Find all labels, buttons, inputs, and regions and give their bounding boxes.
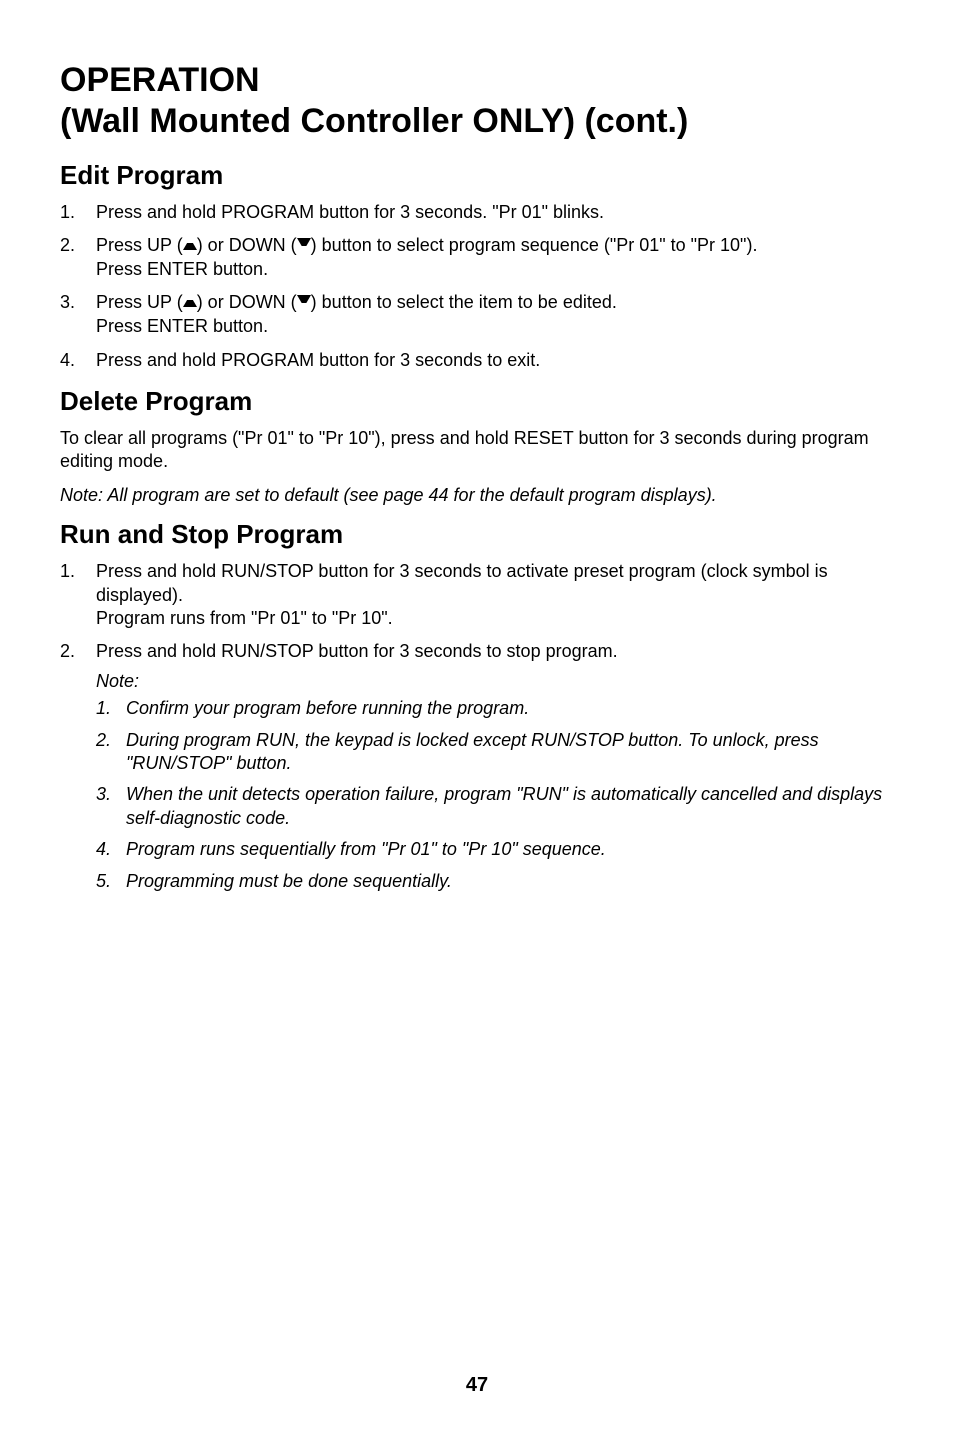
edit-program-list: 1. Press and hold PROGRAM button for 3 s… bbox=[60, 201, 894, 372]
item-number: 1. bbox=[60, 201, 96, 224]
sublist-item: 4. Program runs sequentially from "Pr 01… bbox=[96, 838, 894, 861]
run-stop-heading: Run and Stop Program bbox=[60, 519, 894, 550]
run-stop-list: 1. Press and hold RUN/STOP button for 3 … bbox=[60, 560, 894, 901]
sublist-item: 2. During program RUN, the keypad is loc… bbox=[96, 729, 894, 776]
delete-program-text: To clear all programs ("Pr 01" to "Pr 10… bbox=[60, 427, 894, 474]
list-item: 4. Press and hold PROGRAM button for 3 s… bbox=[60, 349, 894, 372]
subitem-number: 2. bbox=[96, 729, 126, 776]
title-line1: OPERATION bbox=[60, 61, 260, 99]
list-item: 3. Press UP () or DOWN () button to sele… bbox=[60, 291, 894, 338]
item-number: 4. bbox=[60, 349, 96, 372]
sublist-item: 3. When the unit detects operation failu… bbox=[96, 783, 894, 830]
item-number: 3. bbox=[60, 291, 96, 338]
item-text: Press UP () or DOWN () button to select … bbox=[96, 234, 894, 281]
subitem-number: 5. bbox=[96, 870, 126, 893]
subitem-text: Program runs sequentially from "Pr 01" t… bbox=[126, 838, 894, 861]
item-text: Press and hold PROGRAM button for 3 seco… bbox=[96, 349, 894, 372]
delete-program-note: Note: All program are set to default (se… bbox=[60, 484, 894, 507]
edit-program-heading: Edit Program bbox=[60, 160, 894, 191]
subitem-text: When the unit detects operation failure,… bbox=[126, 783, 894, 830]
item-number: 2. bbox=[60, 234, 96, 281]
triangle-up-icon bbox=[183, 233, 197, 256]
item-text: Press and hold RUN/STOP button for 3 sec… bbox=[96, 560, 894, 630]
item-text: Press and hold RUN/STOP button for 3 sec… bbox=[96, 640, 894, 901]
item-text: Press and hold PROGRAM button for 3 seco… bbox=[96, 201, 894, 224]
page-number: 47 bbox=[0, 1374, 954, 1397]
item-number: 1. bbox=[60, 560, 96, 630]
subitem-number: 3. bbox=[96, 783, 126, 830]
subitem-number: 1. bbox=[96, 697, 126, 720]
sublist-item: 5. Programming must be done sequentially… bbox=[96, 870, 894, 893]
triangle-up-icon bbox=[183, 290, 197, 313]
list-item: 2. Press UP () or DOWN () button to sele… bbox=[60, 234, 894, 281]
subitem-text: Confirm your program before running the … bbox=[126, 697, 894, 720]
delete-program-heading: Delete Program bbox=[60, 386, 894, 417]
item-text: Press UP () or DOWN () button to select … bbox=[96, 291, 894, 338]
list-item: 2. Press and hold RUN/STOP button for 3 … bbox=[60, 640, 894, 901]
note-label: Note: bbox=[96, 670, 894, 693]
list-item: 1. Press and hold PROGRAM button for 3 s… bbox=[60, 201, 894, 224]
subitem-number: 4. bbox=[96, 838, 126, 861]
sublist-item: 1. Confirm your program before running t… bbox=[96, 697, 894, 720]
title-line2: (Wall Mounted Controller ONLY) (cont.) bbox=[60, 102, 688, 140]
triangle-down-icon bbox=[297, 233, 311, 256]
page-title: OPERATION (Wall Mounted Controller ONLY)… bbox=[60, 60, 894, 142]
note-sublist: 1. Confirm your program before running t… bbox=[96, 697, 894, 893]
item-number: 2. bbox=[60, 640, 96, 901]
subitem-text: Programming must be done sequentially. bbox=[126, 870, 894, 893]
list-item: 1. Press and hold RUN/STOP button for 3 … bbox=[60, 560, 894, 630]
subitem-text: During program RUN, the keypad is locked… bbox=[126, 729, 894, 776]
triangle-down-icon bbox=[297, 290, 311, 313]
